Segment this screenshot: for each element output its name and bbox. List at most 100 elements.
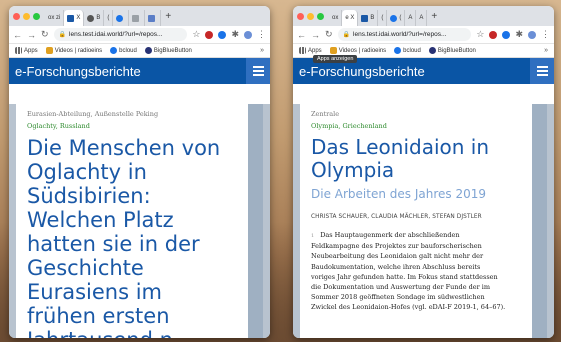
reload-icon[interactable]: ↻ (41, 29, 49, 40)
bookmark-bcloud[interactable]: bcloud (110, 47, 137, 54)
site-title[interactable]: e-Forschungsberichte (299, 64, 425, 79)
extension-shield-icon[interactable] (489, 30, 498, 39)
tab-3[interactable]: B (358, 10, 379, 26)
site-favicon-icon (67, 14, 75, 22)
hamburger-menu-button[interactable] (530, 58, 554, 84)
back-arrow-icon[interactable]: ← (297, 30, 306, 40)
tab-7[interactable]: A (416, 10, 428, 26)
profile-avatar-icon[interactable] (528, 30, 536, 39)
lock-icon: 🔒 (342, 32, 351, 38)
tab-bar: ox zi X B ( + (9, 6, 270, 26)
profile-avatar-icon[interactable] (244, 30, 252, 39)
bookmark-bcloud[interactable]: bcloud (394, 47, 421, 54)
close-tab-icon[interactable]: X (76, 15, 80, 21)
article-panel: Eurasien-Abteilung, Außenstelle Peking O… (16, 104, 248, 338)
zoom-window-button[interactable] (317, 12, 324, 20)
tab-favicon-icon (132, 14, 140, 22)
title-line: Die Menschen von (27, 136, 221, 160)
tab-active[interactable]: X (64, 10, 85, 26)
tab-5[interactable]: ( (387, 10, 406, 26)
title-line: Olympia (311, 158, 395, 182)
tab-label: e X (345, 15, 355, 21)
paragraph-line: Zwickel des Leonidaion-Hofes (vgl. eDAI-… (311, 303, 506, 312)
star-icon[interactable]: ☆ (476, 29, 484, 40)
address-text: lens.test.idai.world/?url=/repos... (353, 31, 447, 38)
tab-label: B (370, 15, 375, 21)
tab-7[interactable] (145, 10, 162, 26)
tab-label: B (96, 15, 101, 21)
zoom-window-button[interactable] (33, 12, 40, 20)
extension-shield-icon[interactable] (205, 30, 214, 39)
menu-dots-icon[interactable]: ⋮ (257, 29, 266, 40)
bookmark-label: Videos | radioeins (338, 47, 387, 54)
article-authors: CHRISTA SCHAUER, CLAUDIA MÄCHLER, STEFAN… (311, 214, 482, 220)
extension-blue-icon[interactable] (502, 30, 511, 39)
bookmarks-bar: Apps Videos | radioeins bcloud BigBlueBu… (9, 44, 270, 58)
paragraph-line: Baudokumentation, welche ihren Abschluss… (311, 262, 481, 271)
bookmark-bigbluebutton[interactable]: BigBlueButton (144, 47, 192, 54)
paragraph-line: Neubearbeitung des Leonidaion galt nicht… (311, 252, 484, 261)
bookmarks-overflow-button[interactable]: » (544, 47, 548, 54)
close-window-button[interactable] (297, 12, 304, 20)
tab-6[interactable] (129, 10, 146, 26)
star-icon[interactable]: ☆ (192, 29, 200, 40)
browser-window-left: ox zi X B ( + ← → ↻ 🔒 lens.test.idai.wor… (9, 6, 270, 338)
bookmark-apps[interactable]: Apps (15, 47, 38, 54)
tab-1[interactable]: ox (329, 10, 343, 26)
bigbluebutton-icon (144, 47, 152, 54)
article-title: Die Menschen von Oglachty in Südsibirien… (27, 136, 238, 338)
extension-blue-icon[interactable] (218, 30, 227, 39)
bookmark-label: Apps (24, 47, 38, 54)
paragraph-line: die Dokumentation und Auswertung der Fun… (311, 283, 491, 292)
forward-arrow-icon[interactable]: → (27, 30, 36, 40)
paragraph-line: 1 Das Hauptaugenmerk der abschließenden (311, 230, 522, 241)
bookmarks-overflow-button[interactable]: » (260, 47, 264, 54)
side-panel-strip (532, 104, 547, 338)
tab-favicon-icon (116, 14, 124, 22)
menu-dots-icon[interactable]: ⋮ (541, 29, 550, 40)
bookmark-apps[interactable]: Apps (299, 47, 322, 54)
site-header: e-Forschungsberichte (9, 58, 270, 84)
forward-arrow-icon[interactable]: → (311, 30, 320, 40)
tab-bar: ox e X B ( ( A A + (293, 6, 554, 26)
title-line: Eurasiens im (27, 280, 162, 304)
tab-6[interactable]: A (405, 10, 417, 26)
tab-4[interactable]: ( (104, 10, 114, 26)
address-bar[interactable]: 🔒 lens.test.idai.world/?url=/repos... (53, 28, 188, 41)
location-label[interactable]: Olympia, Griechenland (311, 122, 522, 130)
tab-favicon-icon (148, 14, 156, 22)
puzzle-icon[interactable]: ✱ (515, 29, 523, 40)
bookmark-label: BigBlueButton (153, 47, 192, 54)
back-arrow-icon[interactable]: ← (13, 30, 22, 40)
tab-1[interactable]: ox zi (45, 10, 65, 26)
bookmark-bigbluebutton[interactable]: BigBlueButton (428, 47, 476, 54)
tab-5[interactable] (113, 10, 130, 26)
new-tab-button[interactable]: + (165, 11, 171, 22)
apps-tooltip: Apps anzeigen (313, 55, 358, 63)
paragraph-line: Feldkampagne des Projektes zur bauforsch… (311, 242, 482, 251)
browser-window-right: ox e X B ( ( A A + ← → ↻ 🔒 lens.test.ida… (293, 6, 554, 338)
bookmark-label: bcloud (403, 47, 421, 54)
tab-3[interactable]: B (84, 10, 105, 26)
address-bar[interactable]: 🔒 lens.test.idai.world/?url=/repos... (337, 28, 472, 41)
minimize-window-button[interactable] (23, 12, 30, 20)
side-panel-strip (248, 104, 263, 338)
bookmark-videos[interactable]: Videos | radioeins (45, 47, 102, 54)
bookmark-videos[interactable]: Videos | radioeins (329, 47, 387, 54)
hamburger-menu-button[interactable] (246, 58, 270, 84)
minimize-window-button[interactable] (307, 12, 314, 20)
tab-4[interactable]: ( (378, 10, 388, 26)
bookmark-label: Apps (308, 47, 322, 54)
department-label: Zentrale (311, 110, 340, 118)
title-line: hatten sie in der (27, 232, 200, 256)
close-window-button[interactable] (13, 12, 20, 20)
site-title[interactable]: e-Forschungsberichte (15, 64, 141, 79)
paragraph-line: voriges Jahr gefunden hatte. Im Fokus st… (311, 272, 498, 281)
new-tab-button[interactable]: + (431, 11, 437, 22)
tab-label: A (419, 15, 424, 21)
tab-active[interactable]: e X (342, 10, 359, 26)
page-content: Eurasien-Abteilung, Außenstelle Peking O… (9, 104, 270, 338)
puzzle-icon[interactable]: ✱ (231, 29, 239, 40)
location-label[interactable]: Oglachty, Russland (27, 122, 238, 130)
reload-icon[interactable]: ↻ (325, 29, 333, 40)
